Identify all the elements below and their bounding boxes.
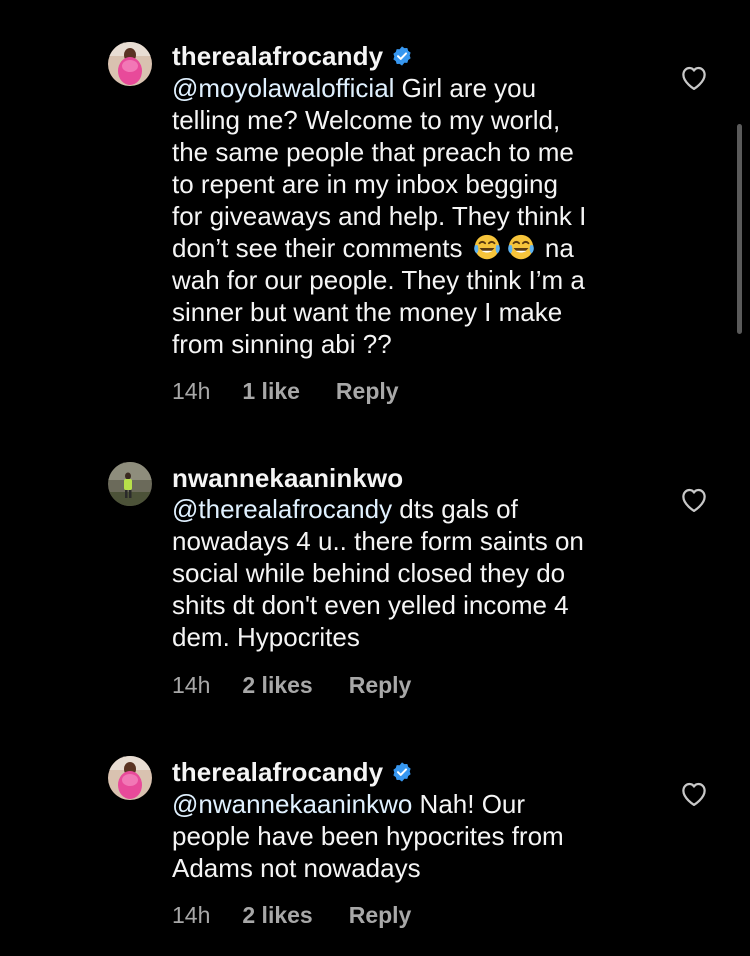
profile-photo-icon (108, 462, 152, 506)
reply-button[interactable]: Reply (349, 672, 412, 699)
heart-icon[interactable] (679, 779, 709, 807)
avatar[interactable] (108, 756, 152, 800)
comment-text: @moyolawalofficial Girl are you telling … (172, 72, 652, 360)
username-row: therealafrocandy (172, 40, 413, 72)
text-segment: na (537, 233, 574, 263)
face-with-tears-of-joy-icon (507, 234, 534, 260)
text-line: nowadays 4 u.. there form saints on (172, 526, 584, 556)
text-line: social while behind closed they do (172, 558, 566, 588)
heart-icon[interactable] (679, 485, 709, 513)
username[interactable]: therealafrocandy (172, 757, 383, 788)
profile-photo-icon (108, 42, 152, 86)
text-line: dts gals of (392, 494, 518, 524)
text-line: to repent are in my inbox begging (172, 169, 558, 199)
reply-button[interactable]: Reply (336, 378, 399, 405)
text-line: sinner but want the money I make (172, 297, 563, 327)
mention-link[interactable]: @moyolawalofficial (172, 73, 394, 103)
comment-text: @therealafrocandy dts gals of nowadays 4… (172, 493, 652, 653)
verified-badge-icon (393, 46, 411, 66)
likes-count-link[interactable]: 1 like (242, 378, 300, 405)
comment-meta: 14h 2 likes Reply (172, 670, 411, 700)
username[interactable]: therealafrocandy (172, 41, 383, 72)
comment-text: @nwannekaaninkwo Nah! Our people have be… (172, 788, 652, 884)
text-line: dem. Hypocrites (172, 622, 360, 652)
text-line: for giveaways and help. They think I (172, 201, 587, 231)
face-with-tears-of-joy-icon (473, 234, 500, 260)
username-row: nwannekaaninkwo (172, 462, 403, 494)
timestamp: 14h (172, 377, 211, 404)
avatar[interactable] (108, 462, 152, 506)
comment-meta: 14h 1 like Reply (172, 376, 399, 406)
mention-link[interactable]: @nwannekaaninkwo (172, 789, 412, 819)
text-segment: don’t see their comments (172, 233, 470, 263)
scrollbar[interactable] (737, 124, 742, 334)
profile-photo-icon (108, 756, 152, 800)
comment-meta: 14h 2 likes Reply (172, 900, 411, 930)
text-line: Adams not nowadays (172, 853, 421, 883)
timestamp: 14h (172, 671, 211, 698)
text-line: wah for our people. They think I’m a (172, 265, 585, 295)
verified-badge-icon (393, 762, 411, 782)
likes-count-link[interactable]: 2 likes (242, 672, 312, 699)
likes-count-link[interactable]: 2 likes (242, 902, 312, 929)
text-line: telling me? Welcome to my world, (172, 105, 561, 135)
text-line: from sinning abi ?? (172, 329, 392, 359)
text-line: the same people that preach to me (172, 137, 574, 167)
text-line: don’t see their comments na (172, 232, 652, 264)
reply-button[interactable]: Reply (349, 902, 412, 929)
text-line: Nah! Our (412, 789, 526, 819)
text-line: Girl are you (394, 73, 537, 103)
username-row: therealafrocandy (172, 756, 413, 788)
mention-link[interactable]: @therealafrocandy (172, 494, 392, 524)
timestamp: 14h (172, 901, 211, 928)
username[interactable]: nwannekaaninkwo (172, 463, 403, 494)
text-line: shits dt don't even yelled income 4 (172, 590, 569, 620)
avatar[interactable] (108, 42, 152, 86)
text-line: people have been hypocrites from (172, 821, 564, 851)
heart-icon[interactable] (679, 63, 709, 91)
